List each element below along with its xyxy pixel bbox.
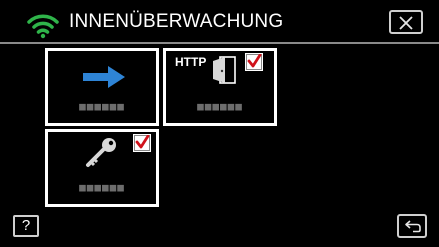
tile-label: ■■■■■■ xyxy=(197,100,243,113)
tile-label: ■■■■■■ xyxy=(79,100,125,113)
key-icon xyxy=(86,138,116,167)
wifi-icon xyxy=(27,14,59,39)
tile-http[interactable]: HTTP ■■■■■■ xyxy=(163,48,277,126)
tile-body: ■■■■■■ xyxy=(48,51,156,123)
http-door-icon xyxy=(213,56,236,84)
tile-arrow[interactable]: ■■■■■■ xyxy=(45,48,159,126)
header-bar: INNENÜBERWACHUNG xyxy=(0,0,439,40)
checked-checkbox[interactable] xyxy=(245,53,263,71)
help-button[interactable]: ? xyxy=(13,215,39,237)
header-divider xyxy=(0,42,439,44)
page-title: INNENÜBERWACHUNG xyxy=(69,11,284,32)
tile-label: ■■■■■■ xyxy=(79,181,125,194)
tile-key[interactable]: ■■■■■■ xyxy=(45,129,159,207)
return-icon xyxy=(405,220,421,233)
arrow-right-icon xyxy=(83,66,125,88)
checked-checkbox[interactable] xyxy=(133,134,151,152)
close-button[interactable] xyxy=(389,10,423,34)
close-icon xyxy=(399,16,413,30)
tile-body: ■■■■■■ xyxy=(48,132,156,204)
checkmark-icon xyxy=(246,54,262,70)
http-label: HTTP xyxy=(175,55,207,69)
back-button[interactable] xyxy=(397,214,427,238)
checkmark-icon xyxy=(134,135,150,151)
tile-body: HTTP ■■■■■■ xyxy=(166,51,274,123)
